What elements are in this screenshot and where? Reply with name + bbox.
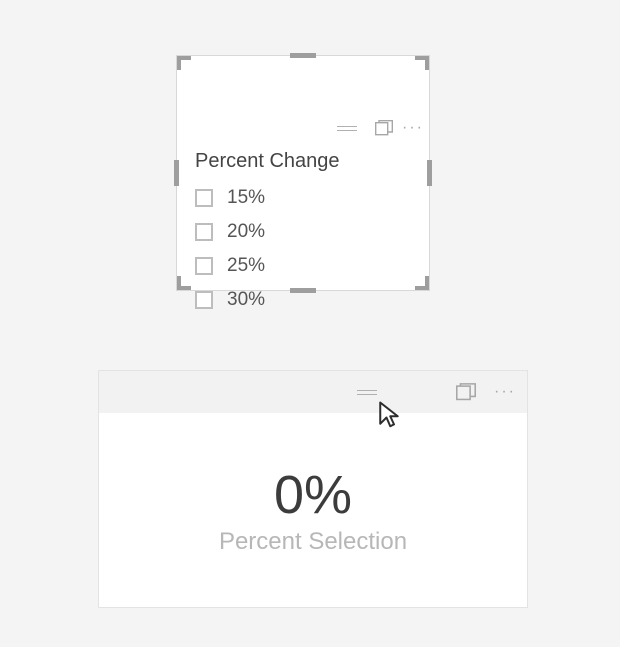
slicer-body: Percent Change 15% 20% 25% 30% <box>177 144 429 327</box>
slicer-option[interactable]: 20% <box>195 215 411 249</box>
drag-handle-icon[interactable] <box>337 123 357 133</box>
resize-handle-tr[interactable] <box>177 70 191 84</box>
resize-handle-br[interactable] <box>177 98 191 112</box>
card-header: ··· <box>99 371 527 413</box>
card-label: Percent Selection <box>219 528 407 556</box>
resize-handle-tl[interactable] <box>177 56 191 70</box>
slicer-visual[interactable]: ··· Percent Change 15% 20% 25% 30% <box>176 55 430 291</box>
slicer-header: ··· <box>177 112 429 144</box>
checkbox-icon[interactable] <box>195 291 213 309</box>
resize-handle-right[interactable] <box>427 160 432 186</box>
slicer-option[interactable]: 15% <box>195 181 411 215</box>
card-value: 0% <box>274 464 352 526</box>
drag-handle-icon[interactable] <box>357 387 377 397</box>
focus-mode-icon[interactable] <box>455 381 477 403</box>
resize-handle-left[interactable] <box>174 160 179 186</box>
focus-mode-icon[interactable] <box>373 117 395 139</box>
resize-handle-bottom[interactable] <box>290 288 316 293</box>
checkbox-icon[interactable] <box>195 189 213 207</box>
more-options-icon[interactable]: ··· <box>495 381 515 403</box>
option-label: 15% <box>227 187 265 209</box>
option-label: 30% <box>227 289 265 311</box>
checkbox-icon[interactable] <box>195 223 213 241</box>
card-body: 0% Percent Selection <box>99 413 527 607</box>
checkbox-icon[interactable] <box>195 257 213 275</box>
option-label: 20% <box>227 221 265 243</box>
resize-handle-top[interactable] <box>290 53 316 58</box>
resize-handle-bl[interactable] <box>177 84 191 98</box>
more-options-icon[interactable]: ··· <box>403 117 423 139</box>
option-label: 25% <box>227 255 265 277</box>
slicer-option[interactable]: 25% <box>195 249 411 283</box>
card-visual[interactable]: ··· 0% Percent Selection <box>98 370 528 608</box>
slicer-title: Percent Change <box>195 150 411 173</box>
